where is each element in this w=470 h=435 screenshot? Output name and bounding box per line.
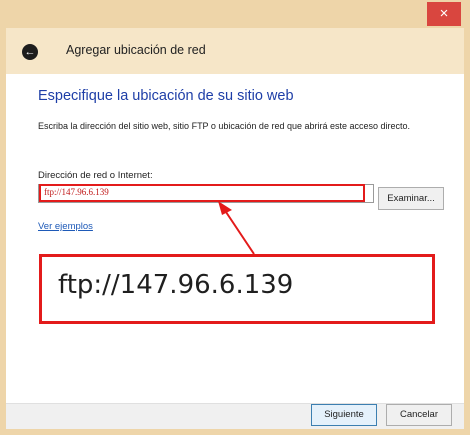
dialog-header: ← Agregar ubicación de red: [6, 28, 464, 74]
dialog-footer: Siguiente Cancelar: [6, 403, 464, 429]
callout-text: ftp://147.96.6.139: [58, 270, 294, 300]
cancel-button[interactable]: Cancelar: [386, 404, 452, 426]
back-arrow-icon[interactable]: ←: [22, 44, 38, 60]
title-bar[interactable]: ×: [0, 0, 470, 28]
next-button[interactable]: Siguiente: [311, 404, 377, 426]
annotation-arrow: [218, 201, 255, 255]
dialog-title: Agregar ubicación de red: [66, 43, 206, 57]
annotation-callout: ftp://147.96.6.139: [39, 254, 435, 324]
close-icon[interactable]: ×: [427, 2, 461, 26]
arrow-shaft: [223, 208, 255, 255]
dialog-content: Especifique la ubicación de su sitio web…: [6, 74, 464, 403]
arrow-head: [218, 201, 232, 215]
